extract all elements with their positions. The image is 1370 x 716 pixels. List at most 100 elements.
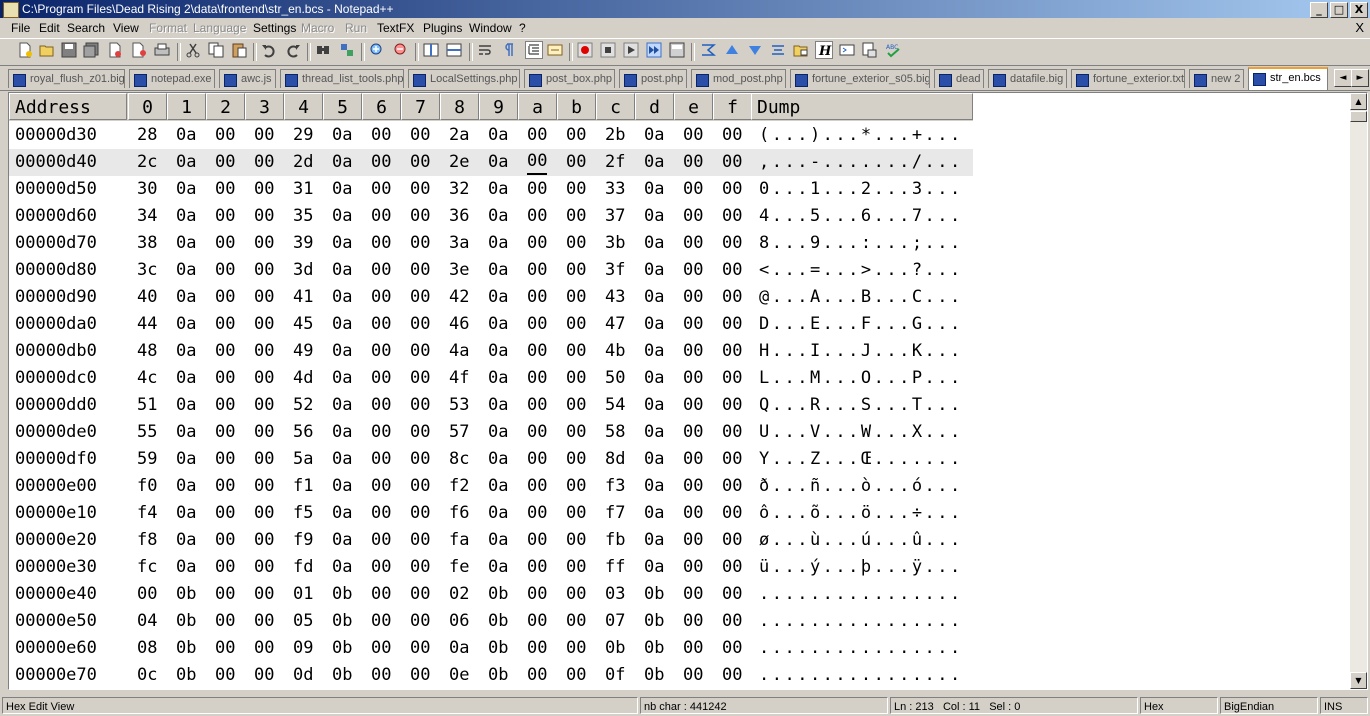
hex-byte[interactable]: 00 — [566, 257, 586, 284]
hex-byte[interactable]: 47 — [605, 311, 625, 338]
hex-byte[interactable]: 0a — [176, 392, 196, 419]
hex-byte[interactable]: 4f — [449, 365, 469, 392]
hex-byte[interactable]: fc — [137, 554, 157, 581]
row-dump[interactable]: 4...5...6...7... — [759, 203, 963, 230]
run-macro-multiple-icon[interactable] — [646, 42, 662, 58]
hex-byte[interactable]: 00 — [215, 122, 235, 149]
hex-byte[interactable]: 0a — [332, 284, 352, 311]
hex-byte[interactable]: 0b — [332, 662, 352, 689]
hex-byte[interactable]: 00 — [410, 500, 430, 527]
hex-byte[interactable]: 54 — [605, 392, 625, 419]
hex-byte[interactable]: 0a — [176, 500, 196, 527]
hex-row[interactable]: 00000d90 40 0a 00 00 41 0a 00 00 42 0a 00 00 43 0a 00 00… — [9, 284, 973, 311]
column-header-b[interactable]: b — [557, 93, 596, 120]
hex-byte[interactable]: 48 — [137, 338, 157, 365]
hex-byte[interactable]: 00 — [566, 662, 586, 689]
hex-byte[interactable]: 09 — [293, 635, 313, 662]
hex-byte[interactable]: 00 — [371, 662, 391, 689]
hex-byte[interactable]: 00 — [215, 392, 235, 419]
hex-byte[interactable]: 00 — [254, 581, 274, 608]
hex-byte[interactable]: 00 — [215, 365, 235, 392]
menu-edit[interactable]: Edit — [39, 18, 60, 38]
sync-horizontal-icon[interactable] — [446, 42, 462, 58]
tab-post-php[interactable]: post.php — [619, 69, 687, 88]
row-dump[interactable]: 0...1...2...3... — [759, 176, 963, 203]
hex-byte[interactable]: 00 — [722, 446, 742, 473]
column-header-c[interactable]: c — [596, 93, 635, 120]
hex-byte[interactable]: f4 — [137, 500, 157, 527]
hex-byte[interactable]: 00 — [410, 122, 430, 149]
hex-prev-icon[interactable] — [724, 42, 740, 58]
hex-byte[interactable]: 00 — [215, 635, 235, 662]
tab-new-2[interactable]: new 2 — [1189, 69, 1244, 88]
hex-byte[interactable]: 00 — [410, 635, 430, 662]
new-file-icon[interactable] — [17, 42, 33, 58]
hex-byte[interactable]: 0a — [644, 554, 664, 581]
hex-byte[interactable]: 5a — [293, 446, 313, 473]
hex-byte[interactable]: 42 — [449, 284, 469, 311]
hex-byte[interactable]: 00 — [722, 203, 742, 230]
hex-byte[interactable]: 00 — [722, 149, 742, 176]
hex-byte[interactable]: 0c — [137, 662, 157, 689]
row-dump[interactable]: U...V...W...X... — [759, 419, 963, 446]
hex-byte[interactable]: 3a — [449, 230, 469, 257]
column-header-4[interactable]: 4 — [284, 93, 323, 120]
hex-byte[interactable]: 00 — [566, 635, 586, 662]
hex-pattern-icon[interactable] — [862, 42, 878, 58]
hex-byte[interactable]: 00 — [410, 203, 430, 230]
hex-byte[interactable]: 00 — [371, 284, 391, 311]
open-file-icon[interactable] — [39, 42, 55, 58]
row-dump[interactable]: ................ — [759, 662, 963, 689]
close-window-button[interactable]: X — [1350, 2, 1368, 18]
hex-byte[interactable]: 00 — [254, 473, 274, 500]
hex-byte[interactable]: 0b — [176, 662, 196, 689]
hex-byte[interactable]: f7 — [605, 500, 625, 527]
hex-byte[interactable]: 00 — [527, 608, 547, 635]
hex-byte[interactable]: 00 — [371, 635, 391, 662]
hex-byte[interactable]: 00 — [683, 527, 703, 554]
hex-byte[interactable]: 00 — [566, 230, 586, 257]
hex-byte[interactable]: 00 — [683, 338, 703, 365]
hex-byte[interactable]: 07 — [605, 608, 625, 635]
hex-byte[interactable]: 0a — [488, 419, 508, 446]
hex-byte[interactable]: 00 — [527, 581, 547, 608]
hex-byte[interactable]: 00 — [410, 608, 430, 635]
hex-byte[interactable]: 05 — [293, 608, 313, 635]
column-header-f[interactable]: f — [713, 93, 752, 120]
save-macro-icon[interactable] — [669, 42, 685, 58]
hex-byte[interactable]: 0a — [176, 473, 196, 500]
row-dump[interactable]: L...M...O...P... — [759, 365, 963, 392]
hex-byte[interactable]: 0a — [644, 176, 664, 203]
hex-byte[interactable]: 00 — [683, 203, 703, 230]
menu-file[interactable]: File — [11, 18, 30, 38]
hex-byte[interactable]: 00 — [410, 554, 430, 581]
hex-byte[interactable]: 00 — [254, 176, 274, 203]
hex-byte[interactable]: 0a — [176, 149, 196, 176]
hex-byte[interactable]: 00 — [371, 527, 391, 554]
hex-byte[interactable]: 00 — [215, 230, 235, 257]
hex-byte[interactable]: 0a — [449, 635, 469, 662]
row-dump[interactable]: Y...Z...Œ....... — [759, 446, 963, 473]
hex-byte[interactable]: 0a — [332, 257, 352, 284]
hex-byte[interactable]: 50 — [605, 365, 625, 392]
hex-row[interactable]: 00000d50 30 0a 00 00 31 0a 00 00 32 0a 00 00 33 0a 00 00… — [9, 176, 973, 203]
hex-byte[interactable]: 00 — [371, 149, 391, 176]
minimize-button[interactable]: _ — [1310, 2, 1328, 18]
hex-byte[interactable]: 0f — [605, 662, 625, 689]
hex-view-icon[interactable] — [547, 42, 563, 58]
hex-byte[interactable]: 00 — [410, 257, 430, 284]
hex-byte[interactable]: fa — [449, 527, 469, 554]
hex-byte[interactable]: 37 — [605, 203, 625, 230]
hex-byte[interactable]: 01 — [293, 581, 313, 608]
hex-byte[interactable]: 8d — [605, 446, 625, 473]
hex-byte[interactable]: 00 — [683, 635, 703, 662]
menu-search[interactable]: Search — [67, 18, 105, 38]
hex-byte[interactable]: 04 — [137, 608, 157, 635]
hex-byte[interactable]: 00 — [683, 122, 703, 149]
hex-byte[interactable]: 00 — [254, 365, 274, 392]
hex-byte[interactable]: 0a — [644, 419, 664, 446]
hex-byte[interactable]: 4d — [293, 365, 313, 392]
hex-byte[interactable]: 00 — [254, 662, 274, 689]
hex-byte[interactable]: 00 — [722, 527, 742, 554]
close-icon[interactable] — [107, 42, 123, 58]
